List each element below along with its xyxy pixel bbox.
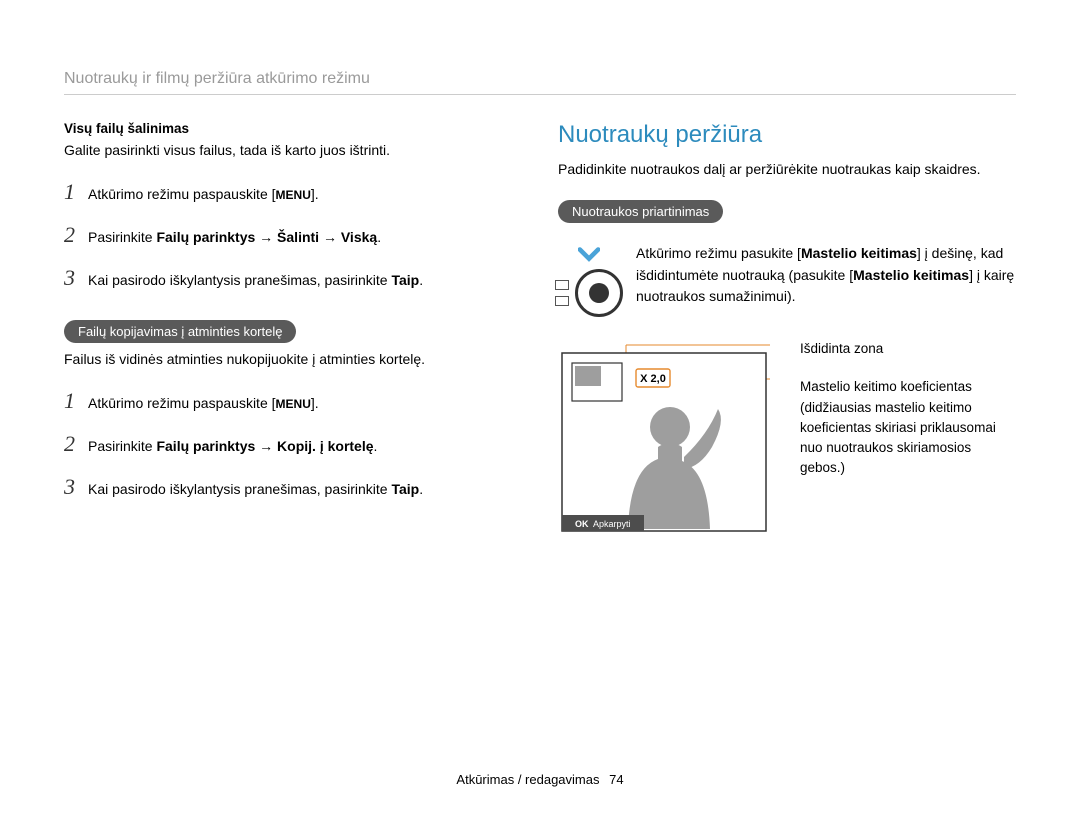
copy-intro: Failus iš vidinės atminties nukopijuokit… (64, 349, 522, 370)
footer-section: Atkūrimas / redagavimas (456, 772, 599, 787)
delete-all-title: Visų failų šalinimas (64, 121, 522, 136)
list-item: 3 Kai pasirodo iškylantysis pranešimas, … (64, 261, 522, 294)
delete-all-steps: 1 Atkūrimo režimu paspauskite [MENU]. 2 … (64, 175, 522, 294)
step-number: 3 (64, 261, 78, 294)
dial-graphic (558, 243, 620, 317)
step-text: Atkūrimo režimu paspauskite [MENU]. (88, 393, 319, 414)
thumb-icon (555, 280, 569, 290)
svg-text:OK: OK (575, 519, 589, 529)
svg-text:X 2,0: X 2,0 (640, 373, 666, 385)
step-number: 1 (64, 175, 78, 208)
svg-text:Apkarpyti: Apkarpyti (593, 519, 631, 529)
step-number: 2 (64, 427, 78, 460)
page-number: 74 (609, 772, 623, 787)
delete-all-intro: Galite pasirinkti visus failus, tada iš … (64, 140, 522, 161)
step-number: 3 (64, 470, 78, 503)
section-title: Nuotraukų peržiūra (558, 121, 1016, 149)
left-column: Visų failų šalinimas Galite pasirinkti v… (64, 121, 522, 538)
step-text: Pasirinkite Failų parinktys → Kopij. į k… (88, 436, 377, 457)
step-text: Atkūrimo režimu paspauskite [MENU]. (88, 184, 319, 205)
label-zoom-factor: Mastelio keitimo koeficientas (didžiausi… (800, 377, 1016, 478)
label-enlarged-area: Išdidinta zona (800, 339, 1016, 359)
breadcrumb: Nuotraukų ir filmų peržiūra atkūrimo rež… (64, 70, 1016, 95)
menu-icon: MENU (276, 188, 311, 202)
zoom-dial-icon (575, 269, 623, 317)
list-item: 2 Pasirinkite Failų parinktys → Šalinti … (64, 218, 522, 251)
copy-steps: 1 Atkūrimo režimu paspauskite [MENU]. 2 … (64, 384, 522, 503)
zoom-instruction-row: Atkūrimo režimu pasukite [Mastelio keiti… (558, 243, 1016, 317)
zoom-diagram: X 2,0 OK Apkarpyti (558, 339, 770, 538)
section-intro: Padidinkite nuotraukos dalį ar peržiūrėk… (558, 159, 1016, 180)
step-number: 2 (64, 218, 78, 251)
list-item: 1 Atkūrimo režimu paspauskite [MENU]. (64, 384, 522, 417)
list-item: 2 Pasirinkite Failų parinktys → Kopij. į… (64, 427, 522, 460)
page-footer: Atkūrimas / redagavimas 74 (0, 772, 1080, 787)
step-text: Kai pasirodo iškylantysis pranešimas, pa… (88, 479, 423, 500)
arrow-down-icon (578, 247, 600, 263)
step-text: Pasirinkite Failų parinktys → Šalinti → … (88, 227, 381, 248)
zoom-pill: Nuotraukos priartinimas (558, 200, 723, 223)
thumb-icon (555, 296, 569, 306)
copy-to-card-pill: Failų kopijavimas į atminties kortelę (64, 320, 296, 343)
menu-icon: MENU (276, 397, 311, 411)
step-text: Kai pasirodo iškylantysis pranešimas, pa… (88, 270, 423, 291)
diagram-labels: Išdidinta zona Mastelio keitimo koeficie… (800, 339, 1016, 497)
list-item: 3 Kai pasirodo iškylantysis pranešimas, … (64, 470, 522, 503)
step-number: 1 (64, 384, 78, 417)
zoom-instruction-text: Atkūrimo režimu pasukite [Mastelio keiti… (636, 243, 1016, 317)
list-item: 1 Atkūrimo režimu paspauskite [MENU]. (64, 175, 522, 208)
right-column: Nuotraukų peržiūra Padidinkite nuotrauko… (558, 121, 1016, 538)
